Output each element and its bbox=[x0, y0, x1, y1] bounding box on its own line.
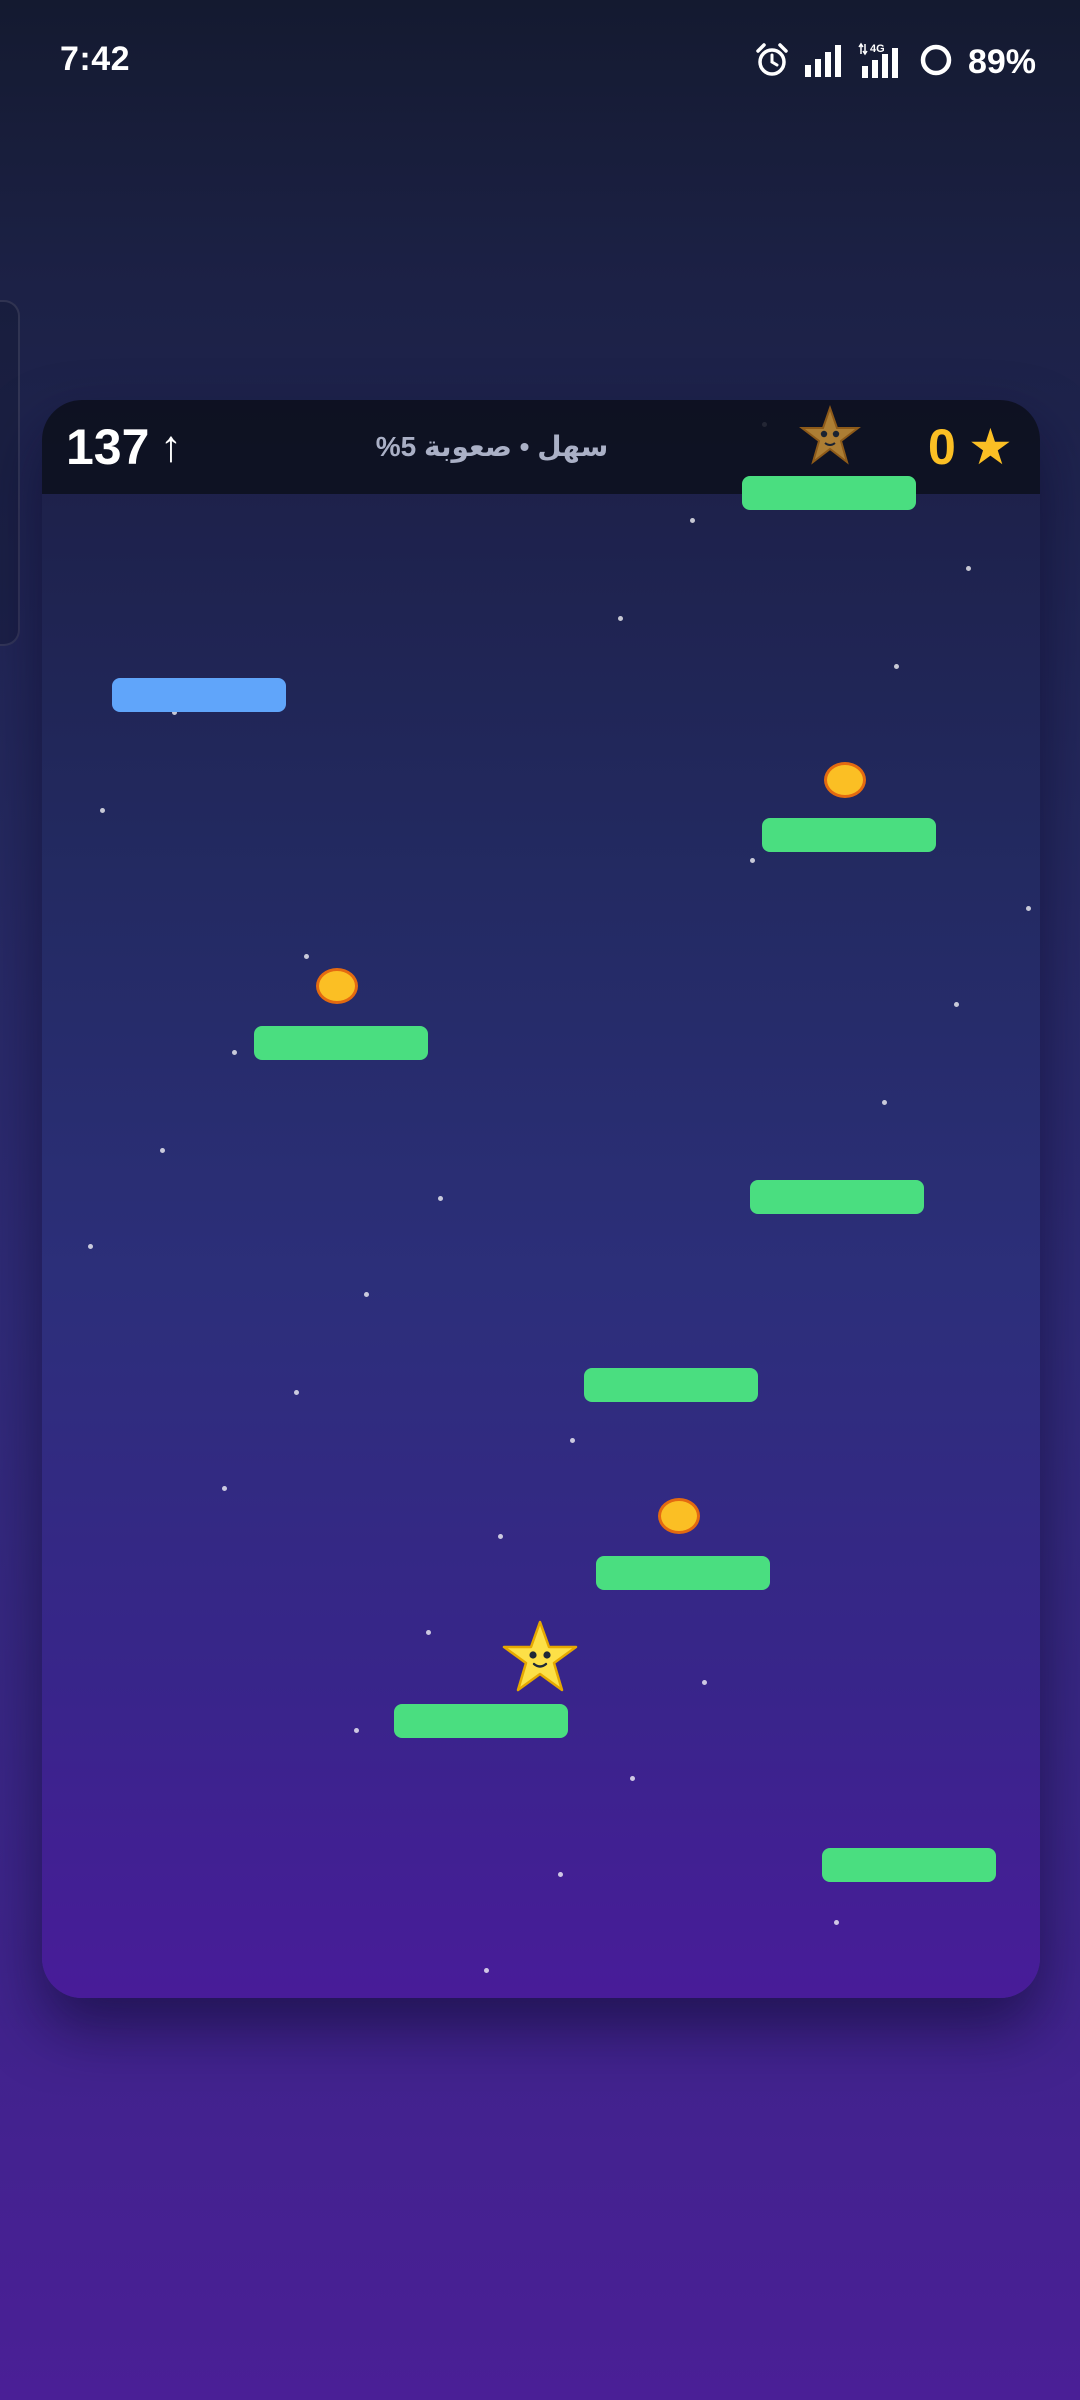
background-star bbox=[570, 1438, 575, 1443]
background-star bbox=[966, 566, 971, 571]
background-star bbox=[702, 1680, 707, 1685]
platform-green bbox=[254, 1026, 428, 1060]
height-arrow-icon: ↑ bbox=[160, 422, 182, 471]
alarm-icon bbox=[754, 42, 790, 83]
platform-green bbox=[822, 1848, 996, 1882]
background-star bbox=[630, 1776, 635, 1781]
height-value: 137 bbox=[66, 419, 150, 475]
signal-4g-icon: 4G bbox=[858, 42, 904, 83]
svg-text:4G: 4G bbox=[870, 43, 885, 55]
battery-ring-icon bbox=[918, 42, 954, 83]
game-board[interactable]: 137 ↑ سهل • صعوبة 5% 0 ★ bbox=[42, 400, 1040, 1998]
platform-green bbox=[750, 1180, 924, 1214]
background-star bbox=[882, 1100, 887, 1105]
signal-icon bbox=[804, 43, 844, 82]
background-star bbox=[1026, 906, 1031, 911]
background-star bbox=[160, 1148, 165, 1153]
platform-blue bbox=[112, 678, 286, 712]
background-star bbox=[558, 1872, 563, 1877]
background-star bbox=[438, 1196, 443, 1201]
background-star bbox=[426, 1630, 431, 1635]
background-star bbox=[750, 858, 755, 863]
difficulty-label: سهل • صعوبة 5% bbox=[375, 431, 609, 462]
coin bbox=[316, 968, 358, 1004]
background-star bbox=[364, 1292, 369, 1297]
background-star bbox=[354, 1728, 359, 1733]
status-icons: 4G 89% bbox=[754, 38, 1036, 86]
background-star bbox=[894, 664, 899, 669]
background-star bbox=[232, 1050, 237, 1055]
edge-panel-handle[interactable] bbox=[0, 300, 20, 646]
background-star bbox=[498, 1534, 503, 1539]
background-star bbox=[88, 1244, 93, 1249]
platform-green bbox=[584, 1368, 758, 1402]
background-star bbox=[954, 1002, 959, 1007]
status-bar: 7:42 4G 89% bbox=[0, 0, 1080, 124]
platform-green bbox=[596, 1556, 770, 1590]
battery-level: 89% bbox=[967, 42, 1036, 81]
status-time: 7:42 bbox=[60, 40, 131, 78]
platform-green bbox=[742, 476, 916, 510]
score-value: 0 bbox=[928, 419, 956, 475]
background-star bbox=[834, 1920, 839, 1925]
background-star bbox=[100, 808, 105, 813]
enemy-star-icon bbox=[799, 404, 861, 465]
score-star-icon: ★ bbox=[968, 419, 1013, 475]
background-star bbox=[618, 616, 623, 621]
background-star bbox=[294, 1390, 299, 1395]
coin bbox=[824, 762, 866, 798]
platform-green bbox=[762, 818, 936, 852]
player-star-icon bbox=[502, 1620, 578, 1692]
platform-green bbox=[394, 1704, 568, 1738]
coin bbox=[658, 1498, 700, 1534]
background-star bbox=[304, 954, 309, 959]
background-star bbox=[484, 1968, 489, 1973]
background-star bbox=[222, 1486, 227, 1491]
background-star bbox=[690, 518, 695, 523]
